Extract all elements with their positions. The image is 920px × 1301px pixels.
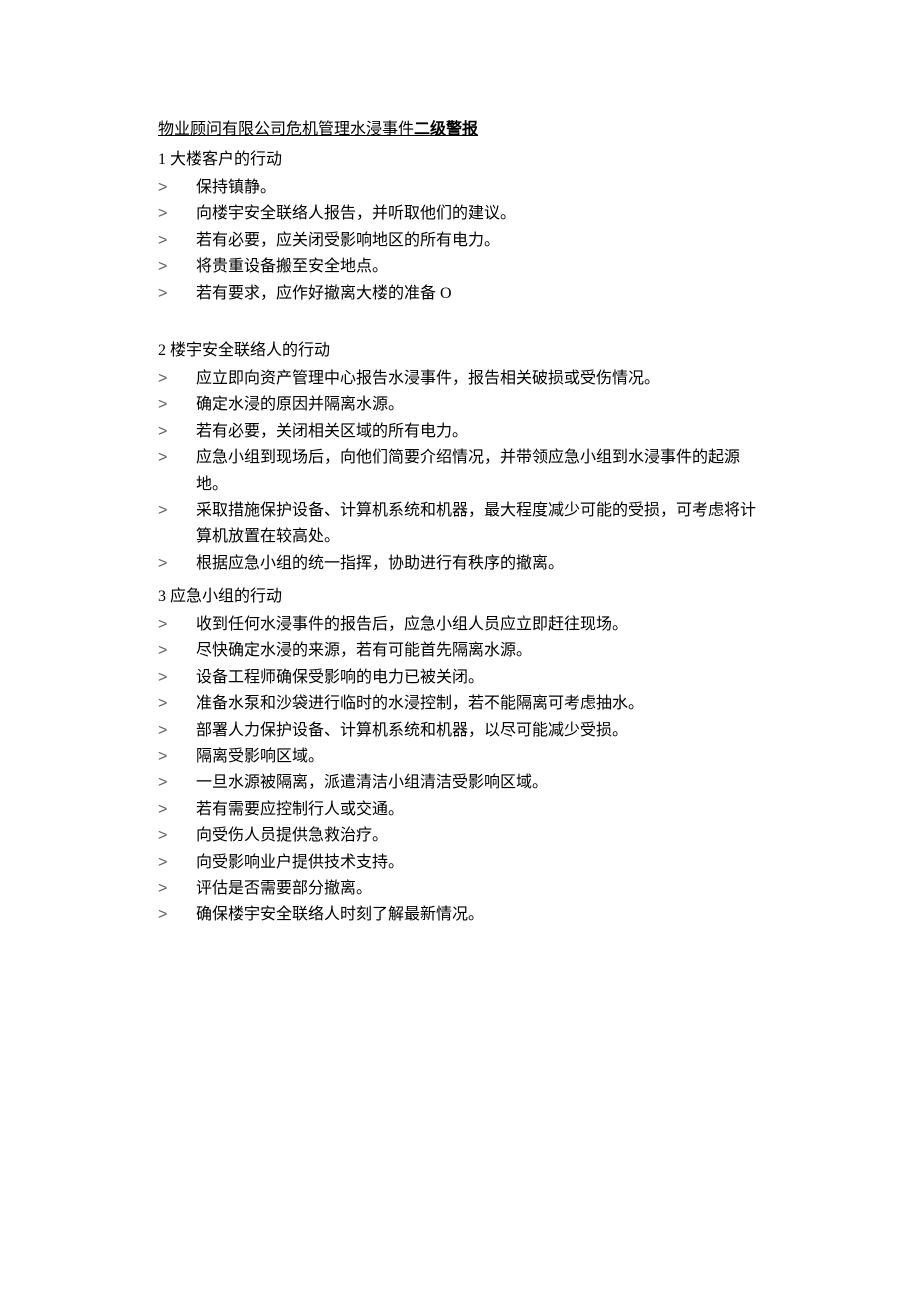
bullet-icon: > [158,445,196,471]
list-item-text: 向楼宇安全联络人报告，并听取他们的建议。 [196,201,770,227]
bullet-icon: > [158,175,196,201]
bullet-icon: > [158,876,196,902]
list-item-text: 若有需要应控制行人或交通。 [196,797,770,823]
bullet-icon: > [158,612,196,638]
list-item-text: 隔离受影响区域。 [196,744,770,770]
list-item-text: 尽快确定水浸的来源，若有可能首先隔离水源。 [196,638,770,664]
bullet-icon: > [158,902,196,928]
list-item-text: 评估是否需要部分撤离。 [196,876,770,902]
list-item: >应立即向资产管理中心报告水浸事件，报告相关破损或受伤情况。 [158,366,770,392]
list-item-text: 部署人力保护设备、计算机系统和机器，以尽可能减少受损。 [196,718,770,744]
bullet-icon: > [158,201,196,227]
bullet-icon: > [158,366,196,392]
list-item: >若有需要应控制行人或交通。 [158,797,770,823]
list-item-text: 采取措施保护设备、计算机系统和机器，最大程度减少可能的受损，可考虑将计算机放置在… [196,498,770,551]
list-item-text: 设备工程师确保受影响的电力已被关闭。 [196,665,770,691]
bullet-icon: > [158,691,196,717]
bullet-icon: > [158,797,196,823]
bullet-icon: > [158,638,196,664]
list-item: >隔离受影响区域。 [158,744,770,770]
list-item: >向楼宇安全联络人报告，并听取他们的建议。 [158,201,770,227]
list-item-text: 准备水泵和沙袋进行临时的水浸控制，若不能隔离可考虑抽水。 [196,691,770,717]
list-item: >准备水泵和沙袋进行临时的水浸控制，若不能隔离可考虑抽水。 [158,691,770,717]
list-item-text: 一旦水源被隔离，派遣清洁小组清洁受影响区域。 [196,770,770,796]
list-item: >保持镇静。 [158,175,770,201]
document-page: 物业顾问有限公司危机管理水浸事件二级警报 1 大楼客户的行动>保持镇静。>向楼宇… [0,0,920,929]
bullet-icon: > [158,770,196,796]
bullet-icon: > [158,718,196,744]
section-heading: 2 楼宇安全联络人的行动 [158,339,770,363]
list-item-text: 确保楼宇安全联络人时刻了解最新情况。 [196,902,770,928]
title-bold: 二级警报 [414,121,478,138]
list-item: >应急小组到现场后，向他们简要介绍情况，并带领应急小组到水浸事件的起源地。 [158,445,770,498]
sections-container: 1 大楼客户的行动>保持镇静。>向楼宇安全联络人报告，并听取他们的建议。>若有必… [158,148,770,929]
list-item: >向受影响业户提供技术支持。 [158,850,770,876]
section-spacer [158,307,770,331]
list-item-text: 若有必要，关闭相关区域的所有电力。 [196,419,770,445]
list-item: >评估是否需要部分撤离。 [158,876,770,902]
list-item-text: 将贵重设备搬至安全地点。 [196,254,770,280]
section-list: >应立即向资产管理中心报告水浸事件，报告相关破损或受伤情况。>确定水浸的原因并隔… [158,366,770,577]
bullet-icon: > [158,665,196,691]
list-item: >根据应急小组的统一指挥，协助进行有秩序的撤离。 [158,551,770,577]
list-item-text: 保持镇静。 [196,175,770,201]
bullet-icon: > [158,498,196,524]
bullet-icon: > [158,551,196,577]
section-list: >收到任何水浸事件的报告后，应急小组人员应立即赶往现场。>尽快确定水浸的来源，若… [158,612,770,929]
list-item: >向受伤人员提供急救治疗。 [158,823,770,849]
list-item-text: 确定水浸的原因并隔离水源。 [196,392,770,418]
list-item: >采取措施保护设备、计算机系统和机器，最大程度减少可能的受损，可考虑将计算机放置… [158,498,770,551]
list-item: >若有要求，应作好撤离大楼的准备 O [158,281,770,307]
bullet-icon: > [158,850,196,876]
list-item: >收到任何水浸事件的报告后，应急小组人员应立即赶往现场。 [158,612,770,638]
bullet-icon: > [158,419,196,445]
list-item: >若有必要，关闭相关区域的所有电力。 [158,419,770,445]
list-item: >部署人力保护设备、计算机系统和机器，以尽可能减少受损。 [158,718,770,744]
list-item-text: 根据应急小组的统一指挥，协助进行有秩序的撤离。 [196,551,770,577]
section-heading: 1 大楼客户的行动 [158,148,770,172]
bullet-icon: > [158,228,196,254]
bullet-icon: > [158,392,196,418]
bullet-icon: > [158,823,196,849]
list-item-text: 若有要求，应作好撤离大楼的准备 O [196,281,770,307]
list-item: >一旦水源被隔离，派遣清洁小组清洁受影响区域。 [158,770,770,796]
list-item: >若有必要，应关闭受影响地区的所有电力。 [158,228,770,254]
list-item-text: 向受影响业户提供技术支持。 [196,850,770,876]
section-heading: 3 应急小组的行动 [158,585,770,609]
list-item: >确保楼宇安全联络人时刻了解最新情况。 [158,902,770,928]
title-prefix: 物业顾问有限公司危机管理水浸事件 [158,121,414,138]
list-item: >确定水浸的原因并隔离水源。 [158,392,770,418]
list-item-text: 应立即向资产管理中心报告水浸事件，报告相关破损或受伤情况。 [196,366,770,392]
section-list: >保持镇静。>向楼宇安全联络人报告，并听取他们的建议。>若有必要，应关闭受影响地… [158,175,770,307]
bullet-icon: > [158,254,196,280]
list-item: >尽快确定水浸的来源，若有可能首先隔离水源。 [158,638,770,664]
bullet-icon: > [158,744,196,770]
bullet-icon: > [158,281,196,307]
document-title: 物业顾问有限公司危机管理水浸事件二级警报 [158,118,770,142]
list-item-text: 应急小组到现场后，向他们简要介绍情况，并带领应急小组到水浸事件的起源地。 [196,445,770,498]
list-item: >将贵重设备搬至安全地点。 [158,254,770,280]
list-item-text: 收到任何水浸事件的报告后，应急小组人员应立即赶往现场。 [196,612,770,638]
list-item-text: 向受伤人员提供急救治疗。 [196,823,770,849]
list-item-text: 若有必要，应关闭受影响地区的所有电力。 [196,228,770,254]
list-item: >设备工程师确保受影响的电力已被关闭。 [158,665,770,691]
